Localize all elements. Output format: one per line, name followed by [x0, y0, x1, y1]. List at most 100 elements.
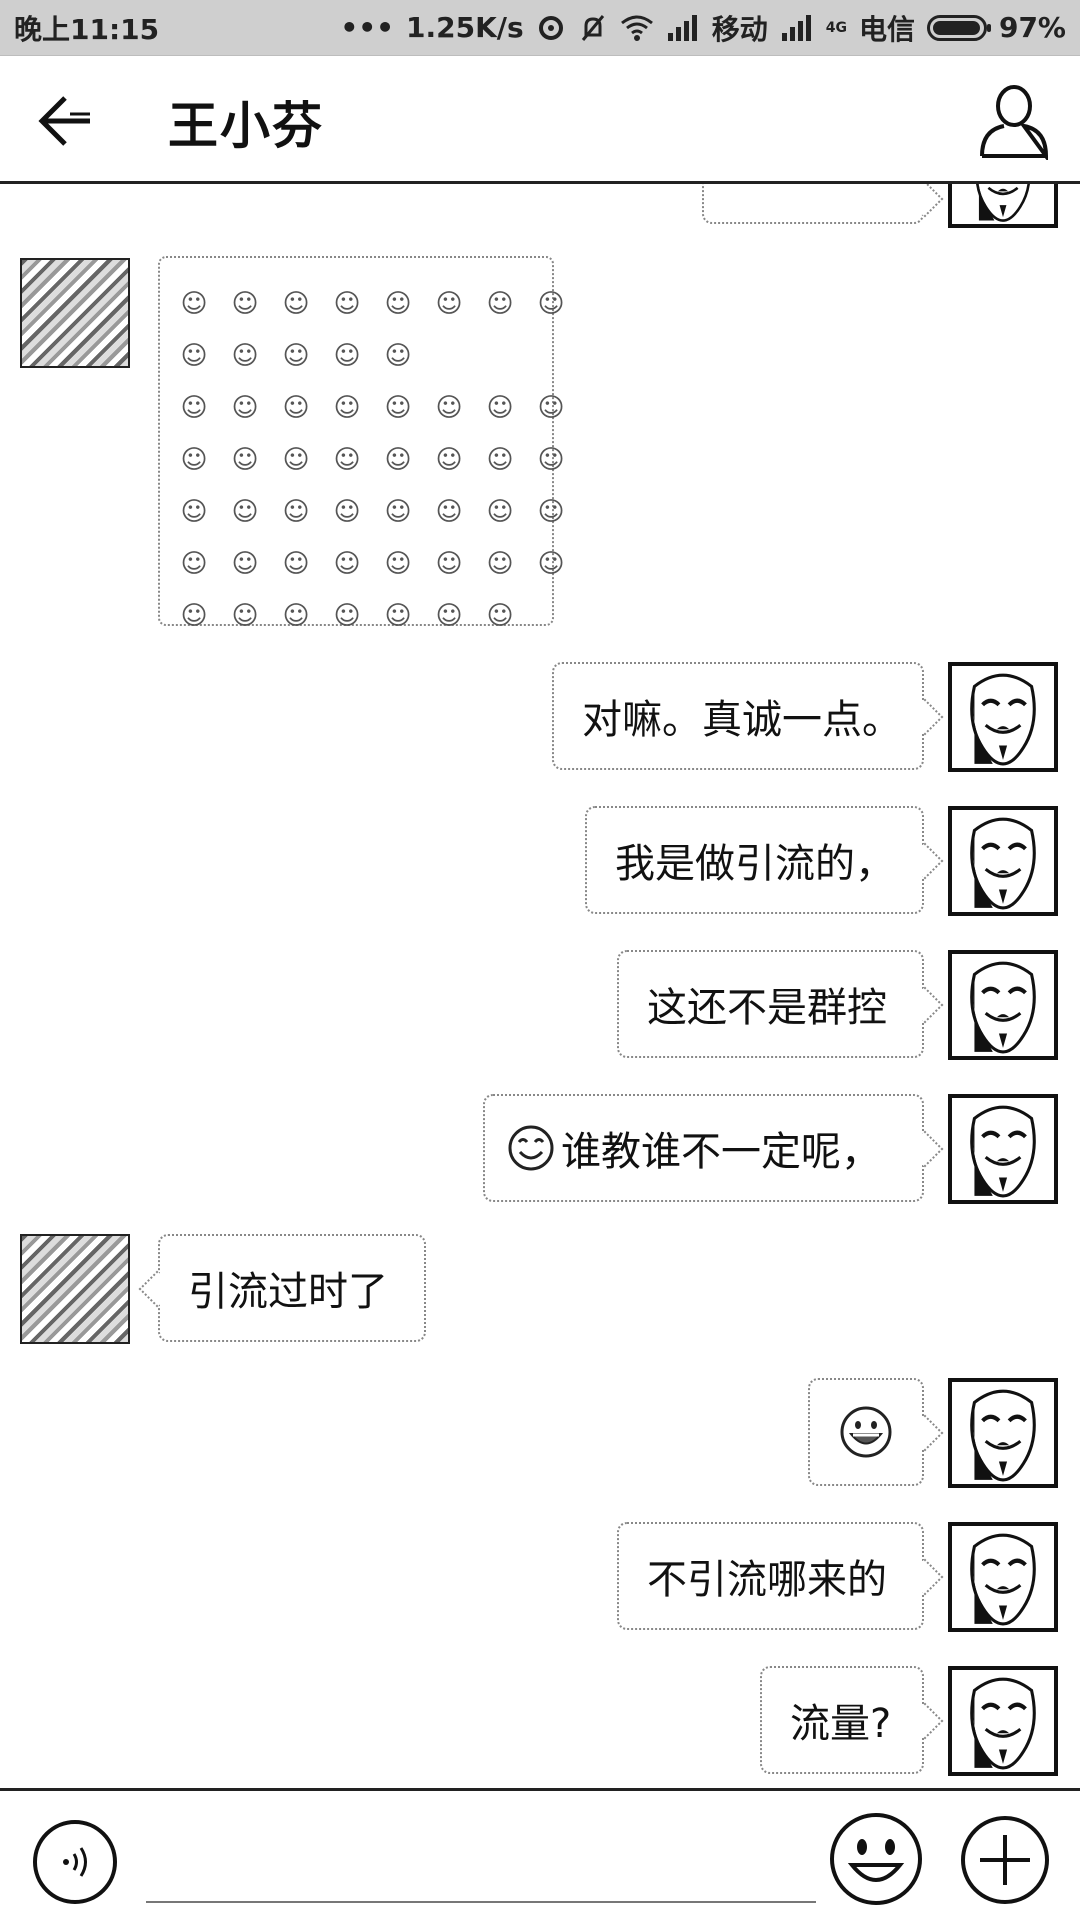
emoji-icon: ☺ [384, 601, 412, 631]
emoji-icon: ☺ [282, 341, 310, 371]
emoji-icon: ☺ [384, 549, 412, 579]
message-list[interactable]: ☺ ☺ ☺ ☺ ☺ ☺ ☺ ☺ ☺ ☺ ☺ ☺ ☺ ☺ ☺ ☺ ☺ ☺ ☺ ☺ ☺ ☺ ☺ ☺ ☺ ☺ ☺ ☺ ☺ ☺ ☺ ☺ ☺ ☺ ☺ ☺ ☺ ☺ ☺ ☺… [0, 184, 1080, 1788]
back-arrow-icon [38, 96, 90, 146]
emoji-icon [425, 330, 473, 382]
signal-icon-1 [666, 13, 700, 43]
emoji-icon: ☺ [333, 549, 361, 579]
emoji-button[interactable] [828, 1811, 924, 1907]
emoji-icon: ☺ [231, 601, 259, 631]
my-avatar[interactable] [948, 950, 1058, 1060]
my-avatar[interactable] [948, 1094, 1058, 1204]
person-icon [980, 85, 1049, 163]
message-bubble[interactable]: 流量? [760, 1666, 924, 1774]
emoji-icon: ☺ [435, 601, 463, 631]
emoji-icon: ☺ [333, 445, 361, 475]
emoji-icon: ☺ [435, 497, 463, 527]
emoji-icon: ☺ [282, 289, 310, 319]
input-bar [0, 1788, 1080, 1920]
emoji-icon: ☺ [486, 445, 514, 475]
message-bubble[interactable]: 不引流哪来的 [617, 1522, 924, 1630]
emoji-icon: ☺ [231, 445, 259, 475]
network-type-badge: 4G [825, 19, 847, 36]
status-dots: ••• [340, 11, 395, 44]
emoji-icon: ☺ [231, 289, 259, 319]
emoji-icon: ☺ [231, 393, 259, 423]
message-bubble-partial[interactable] [702, 184, 924, 224]
battery-icon [926, 14, 991, 41]
chat-header: 王小芬 [0, 56, 1080, 184]
message-input[interactable] [146, 1901, 816, 1903]
emoji-icon: ☺ [282, 601, 310, 631]
my-avatar[interactable] [948, 1378, 1058, 1488]
my-avatar[interactable] [948, 1522, 1058, 1632]
grinning-face-icon [840, 1406, 892, 1458]
emoji-icon [527, 330, 575, 382]
my-avatar[interactable] [948, 184, 1058, 228]
emoji-icon [476, 330, 524, 382]
emoji-icon: ☺ [180, 289, 208, 319]
emoji-icon: ☺ [180, 393, 208, 423]
network-speed: 1.25K/s [406, 11, 524, 44]
message-text: 流量? [790, 1701, 892, 1747]
message-text: 我是做引流的， [615, 841, 895, 887]
profile-button[interactable] [976, 80, 1052, 163]
message-text: 不引流哪来的 [647, 1557, 887, 1603]
battery-percent: 97% [998, 11, 1066, 44]
emoji-icon: ☺ [486, 393, 514, 423]
message-text: 对嘛。真诚一点。 [582, 697, 902, 743]
message-bubble[interactable]: 我是做引流的， [585, 806, 924, 914]
emoji-icon: ☺ [486, 289, 514, 319]
emoji-icon: ☺ [384, 497, 412, 527]
emoji-icon: ☺ [537, 497, 565, 527]
emoji-icon: ☺ [537, 393, 565, 423]
voice-icon [33, 1820, 117, 1904]
message-bubble[interactable]: 引流过时了 [158, 1234, 426, 1342]
sync-icon [536, 13, 566, 43]
emoji-icon: ☺ [180, 601, 208, 631]
emoji-icon [830, 1813, 922, 1905]
emoji-icon: ☺ [537, 445, 565, 475]
status-icons: ••• 1.25K/s 移动 4G 电信 97% [340, 8, 1066, 48]
emoji-icon: ☺ [333, 601, 361, 631]
my-avatar[interactable] [948, 662, 1058, 772]
status-time: 晚上11:15 [14, 12, 160, 46]
emoji-icon: ☺ [333, 497, 361, 527]
emoji-icon: ☺ [537, 549, 565, 579]
my-avatar[interactable] [948, 1666, 1058, 1776]
emoji-icon: ☺ [180, 497, 208, 527]
emoji-icon: ☺ [486, 549, 514, 579]
emoji-grid-message[interactable]: ☺ ☺ ☺ ☺ ☺ ☺ ☺ ☺ ☺ ☺ ☺ ☺ ☺ ☺ ☺ ☺ ☺ ☺ ☺ ☺ ☺ ☺ ☺ ☺ ☺ ☺ ☺ ☺ ☺ ☺ ☺ ☺ ☺ ☺ ☺ ☺ ☺ ☺ ☺ ☺… [158, 256, 565, 631]
emoji-icon: ☺ [231, 549, 259, 579]
emoji-icon: ☺ [435, 289, 463, 319]
carrier-1: 移动 [711, 12, 768, 46]
status-bar: 晚上11:15 ••• 1.25K/s 移动 4G 电信 97% [0, 0, 1080, 56]
contact-avatar[interactable] [20, 1234, 130, 1344]
message-bubble[interactable]: 这还不是群控 [617, 950, 924, 1058]
message-text: 引流过时了 [188, 1269, 388, 1315]
emoji-icon: ☺ [384, 393, 412, 423]
emoji-icon: ☺ [486, 601, 514, 631]
smiley-icon [508, 1125, 554, 1171]
message-bubble[interactable] [808, 1378, 924, 1486]
wifi-icon [620, 13, 654, 43]
message-text: 这还不是群控 [647, 985, 887, 1031]
emoji-icon: ☺ [537, 289, 565, 319]
message-bubble[interactable]: 谁教谁不一定呢， [483, 1094, 924, 1202]
emoji-icon: ☺ [384, 445, 412, 475]
voice-button[interactable] [32, 1819, 118, 1905]
message-text: 谁教谁不一定呢， [561, 1129, 881, 1175]
emoji-icon [527, 590, 575, 642]
emoji-icon: ☺ [180, 549, 208, 579]
more-button[interactable] [960, 1815, 1050, 1905]
emoji-icon: ☺ [333, 289, 361, 319]
emoji-icon: ☺ [384, 289, 412, 319]
emoji-icon: ☺ [180, 341, 208, 371]
emoji-icon: ☺ [282, 445, 310, 475]
emoji-icon: ☺ [435, 549, 463, 579]
message-bubble[interactable]: 对嘛。真诚一点。 [552, 662, 924, 770]
emoji-icon: ☺ [231, 497, 259, 527]
emoji-icon: ☺ [282, 497, 310, 527]
contact-avatar[interactable] [20, 258, 130, 368]
back-button[interactable] [30, 86, 100, 156]
my-avatar[interactable] [948, 806, 1058, 916]
